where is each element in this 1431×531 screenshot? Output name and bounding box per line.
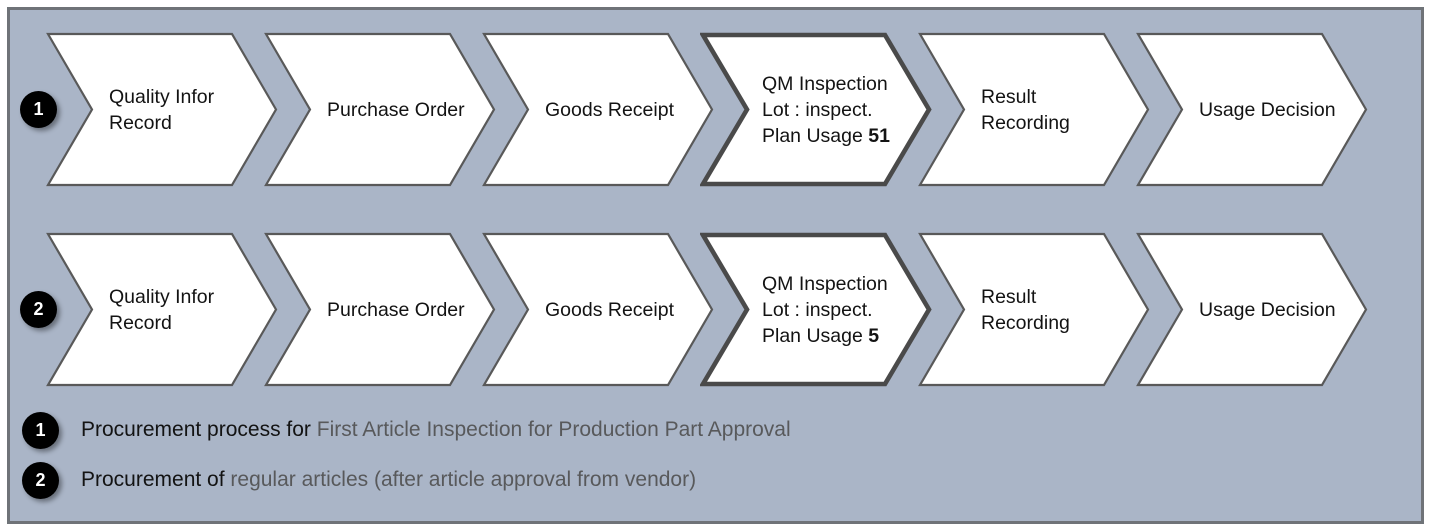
legend-lead: Procurement of: [81, 468, 231, 491]
row-2-step-usage-decision[interactable]: Usage Decision: [1136, 232, 1368, 387]
chevron-shape-icon: [918, 232, 1150, 387]
chevron-shape-icon: [264, 232, 496, 387]
legend-row-1: 1 Procurement process for First Article …: [22, 410, 791, 450]
row-1-step-qm-inspection-lot[interactable]: QM Inspection Lot : inspect. Plan Usage …: [700, 32, 932, 187]
chevron-shape-highlighted-icon: [700, 32, 932, 187]
row-2-step-qm-inspection-lot[interactable]: QM Inspection Lot : inspect. Plan Usage …: [700, 232, 932, 387]
legend-text-1: Procurement process for First Article In…: [81, 418, 791, 442]
row-2-step-quality-infor-record[interactable]: Quality Infor Record: [46, 232, 278, 387]
chevron-shape-icon: [918, 32, 1150, 187]
chevron-shape-icon: [264, 32, 496, 187]
legend-row-2: 2 Procurement of regular articles (after…: [22, 460, 696, 500]
chevron-shape-icon: [46, 232, 278, 387]
legend-detail: regular articles (after article approval…: [230, 468, 697, 491]
process-row-1: 1 Quality Infor Record Purchase Order Go…: [10, 32, 1421, 187]
process-row-2: 2 Quality Infor Record Purchase Order Go…: [10, 232, 1421, 387]
row-1-step-purchase-order[interactable]: Purchase Order: [264, 32, 496, 187]
row-1-step-goods-receipt[interactable]: Goods Receipt: [482, 32, 714, 187]
row-1-step-result-recording[interactable]: Result Recording: [918, 32, 1150, 187]
diagram-frame: 1 Quality Infor Record Purchase Order Go…: [7, 7, 1424, 524]
chevron-shape-icon: [482, 232, 714, 387]
legend-badge-2: 2: [22, 461, 59, 499]
chevron-shape-icon: [482, 32, 714, 187]
legend-text-2: Procurement of regular articles (after a…: [81, 468, 696, 492]
legend-detail: First Article Inspection for Production …: [316, 418, 791, 441]
row-1-step-quality-infor-record[interactable]: Quality Infor Record: [46, 32, 278, 187]
chevron-shape-icon: [1136, 232, 1368, 387]
diagram-canvas: 1 Quality Infor Record Purchase Order Go…: [0, 0, 1431, 531]
row-2-step-purchase-order[interactable]: Purchase Order: [264, 232, 496, 387]
chevron-shape-icon: [46, 32, 278, 187]
legend-lead: Procurement process for: [81, 418, 317, 441]
row-2-step-result-recording[interactable]: Result Recording: [918, 232, 1150, 387]
legend-badge-1: 1: [22, 411, 59, 449]
row-2-step-goods-receipt[interactable]: Goods Receipt: [482, 232, 714, 387]
chevron-shape-highlighted-icon: [700, 232, 932, 387]
row-1-step-usage-decision[interactable]: Usage Decision: [1136, 32, 1368, 187]
chevron-shape-icon: [1136, 32, 1368, 187]
